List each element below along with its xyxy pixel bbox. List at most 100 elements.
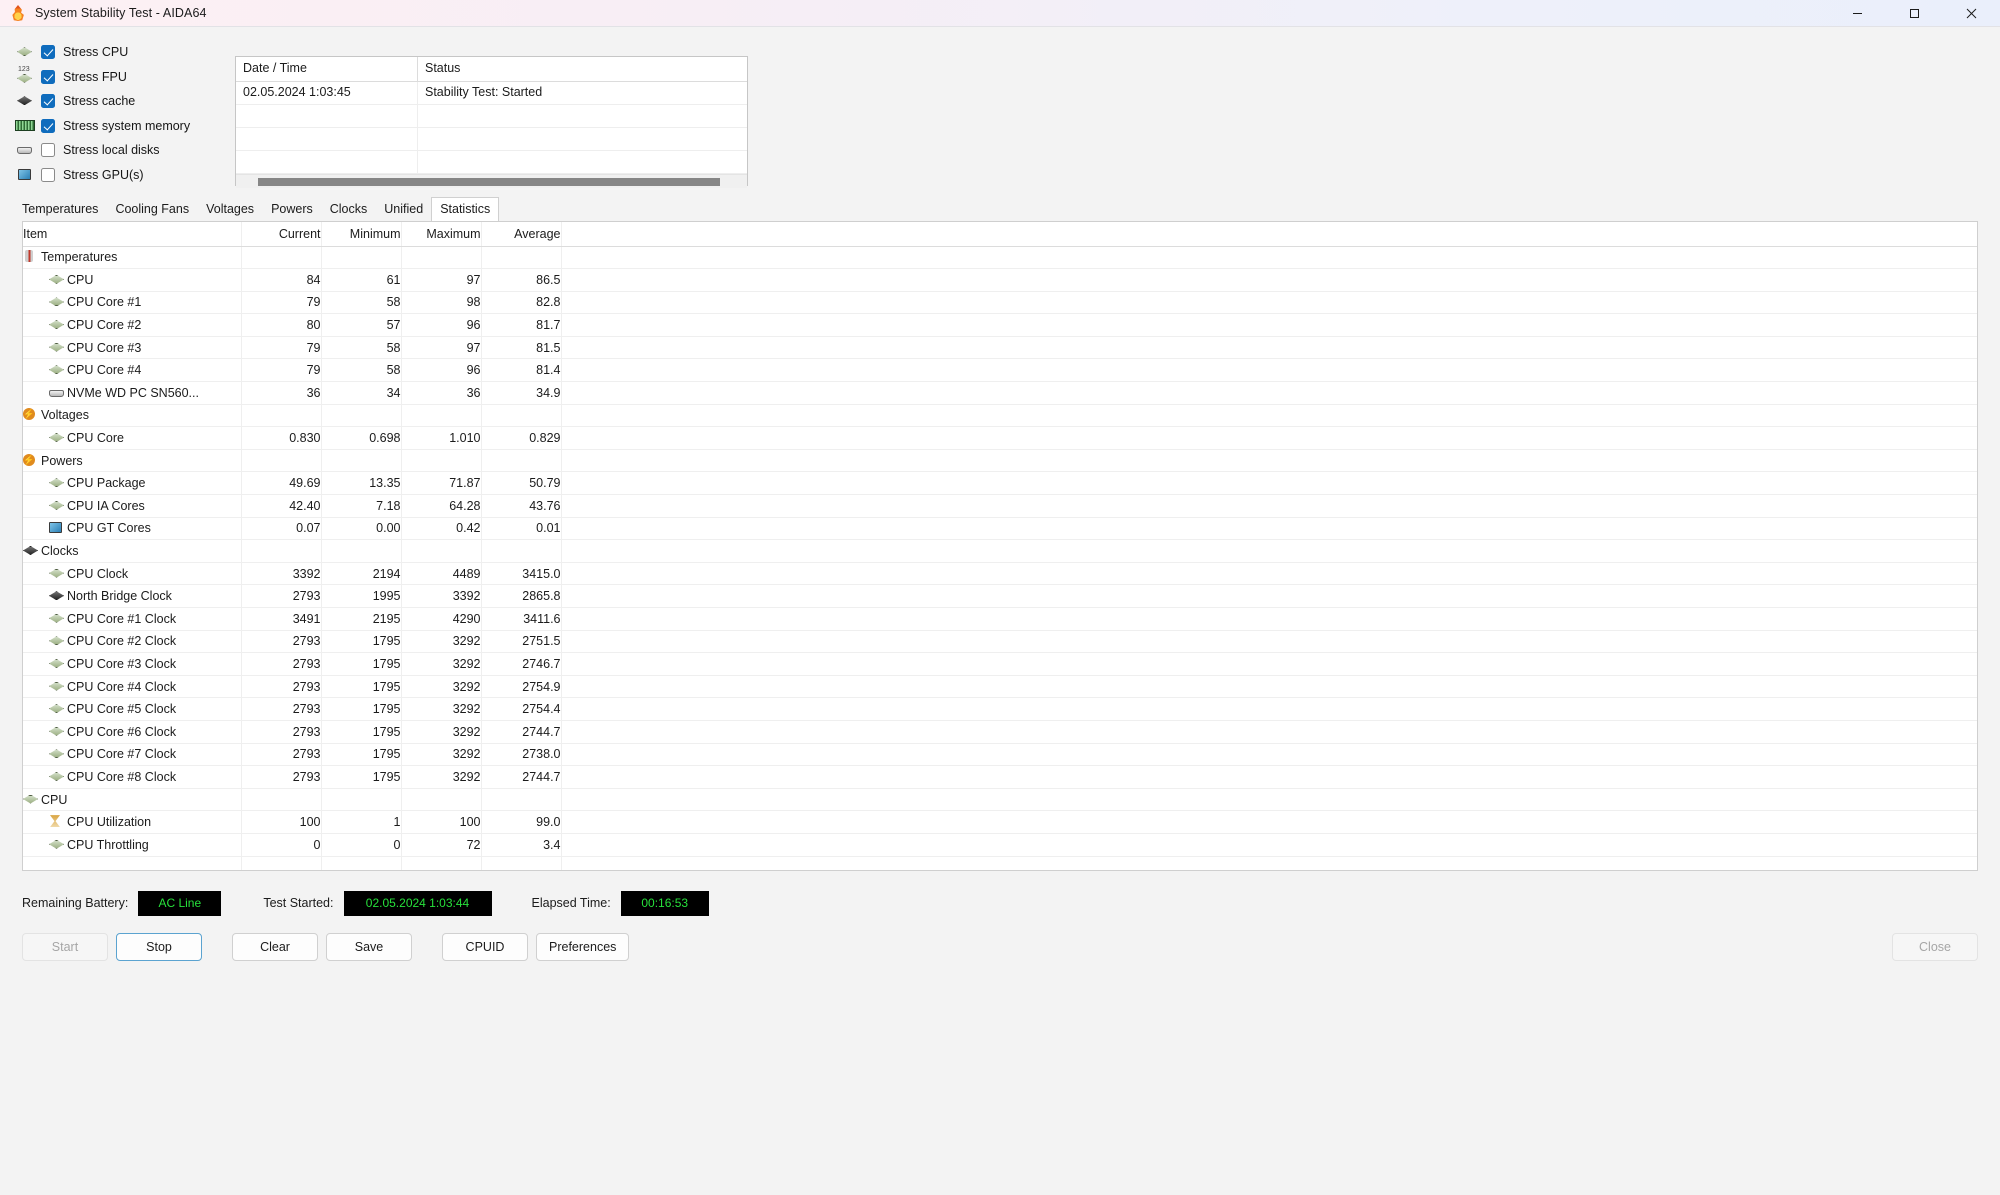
statistics-table-body: Temperatures CPU 84 61 97 86.5 CPU Core #1 79 58… — [23, 246, 1977, 870]
cpuid-button[interactable]: CPUID — [442, 933, 528, 961]
stress-disks-checkbox[interactable] — [41, 143, 55, 158]
log-scrollbar-thumb[interactable] — [258, 177, 720, 186]
stress-gpu-checkbox[interactable] — [41, 167, 55, 182]
row-spacer-cell — [561, 246, 1977, 270]
table-row[interactable]: ⚡ Voltages — [23, 404, 1977, 428]
table-row[interactable]: CPU Core #4 Clock 2793 1795 3292 2754.9 — [23, 675, 1977, 699]
table-row[interactable]: CPU GT Cores 0.07 0.00 0.42 0.01 — [23, 517, 1977, 541]
row-spacer-cell — [561, 336, 1977, 360]
chip-icon — [49, 658, 64, 669]
table-row[interactable]: North Bridge Clock 2793 1995 3392 2865.8 — [23, 584, 1977, 608]
row-minimum-cell — [321, 246, 402, 270]
row-item-cell: ⚡ Powers — [23, 449, 242, 473]
close-icon[interactable] — [1943, 0, 2000, 27]
log-row[interactable]: 02.05.2024 1:03:45 Stability Test: Start… — [236, 82, 747, 105]
row-item-cell: CPU Core #4 — [23, 358, 242, 383]
flame-icon — [9, 4, 27, 22]
save-button[interactable]: Save — [326, 933, 412, 961]
row-current-cell: 100 — [241, 810, 322, 834]
stress-cache-checkbox[interactable] — [41, 94, 55, 109]
stress-option-memory[interactable]: Stress system memory — [14, 114, 230, 139]
row-minimum-cell: 1795 — [321, 652, 402, 676]
table-row[interactable]: CPU Core #3 79 58 97 81.5 — [23, 336, 1977, 360]
table-row[interactable]: NVMe WD PC SN560... 36 34 36 34.9 — [23, 381, 1977, 405]
row-item-label: CPU Utilization — [67, 815, 152, 830]
close-button[interactable]: Close — [1892, 933, 1978, 961]
row-maximum-cell: 64.28 — [401, 494, 482, 518]
table-row[interactable]: Temperatures — [23, 246, 1977, 270]
row-item-label: CPU GT Cores — [67, 521, 151, 536]
row-maximum-cell — [401, 788, 482, 812]
table-row[interactable]: CPU Core #7 Clock 2793 1795 3292 2738.0 — [23, 743, 1977, 767]
stress-cpu-checkbox[interactable] — [41, 45, 55, 60]
log-horizontal-scrollbar[interactable] — [236, 174, 747, 188]
row-item-label: NVMe WD PC SN560... — [67, 385, 199, 400]
disk-icon — [14, 142, 36, 158]
table-row[interactable]: CPU 84 61 97 86.5 — [23, 268, 1977, 292]
tab-temperatures[interactable]: Temperatures — [13, 197, 108, 221]
row-maximum-cell: 3292 — [401, 720, 482, 744]
log-header-status: Status — [425, 61, 461, 75]
table-row[interactable]: CPU Core #4 79 58 96 81.4 — [23, 358, 1977, 383]
chip-icon — [49, 296, 64, 307]
table-row[interactable]: CPU Clock 3392 2194 4489 3415.0 — [23, 562, 1977, 586]
table-row[interactable]: CPU Core 0.830 0.698 1.010 0.829 — [23, 426, 1977, 450]
stress-disks-label: Stress local disks — [63, 143, 160, 158]
chip-icon — [49, 319, 64, 330]
window-controls — [1829, 0, 2000, 26]
column-header-item[interactable]: Item — [23, 222, 242, 247]
tab-clocks[interactable]: Clocks — [320, 197, 377, 221]
row-spacer-cell — [561, 471, 1977, 496]
stress-option-cpu[interactable]: Stress CPU — [14, 40, 230, 65]
row-current-cell — [241, 404, 322, 428]
table-row[interactable]: CPU Core #8 Clock 2793 1795 3292 2744.7 — [23, 765, 1977, 789]
cache-chip-icon — [14, 93, 36, 109]
row-spacer-cell — [561, 652, 1977, 676]
table-row[interactable]: CPU IA Cores 42.40 7.18 64.28 43.76 — [23, 494, 1977, 518]
column-header-average[interactable]: Average — [481, 222, 562, 247]
statistics-table-panel: Item Current Minimum Maximum Average Tem… — [22, 221, 1978, 871]
table-row[interactable]: ⚡ Powers — [23, 449, 1977, 473]
table-row[interactable]: CPU Utilization 100 1 100 99.0 — [23, 810, 1977, 834]
table-header-row: Item Current Minimum Maximum Average — [23, 222, 1977, 247]
stress-option-gpu[interactable]: Stress GPU(s) — [14, 163, 230, 188]
row-item-cell: CPU Core #5 Clock — [23, 697, 242, 721]
stress-memory-checkbox[interactable] — [41, 118, 55, 133]
table-row[interactable]: CPU Core #2 80 57 96 81.7 — [23, 313, 1977, 337]
table-row[interactable]: CPU Core #6 Clock 2793 1795 3292 2744.7 — [23, 720, 1977, 744]
tab-voltages[interactable]: Voltages — [197, 197, 264, 221]
clear-button[interactable]: Clear — [232, 933, 318, 961]
table-row[interactable]: CPU Core #2 Clock 2793 1795 3292 2751.5 — [23, 630, 1977, 654]
tab-unified[interactable]: Unified — [375, 197, 433, 221]
row-item-cell: CPU — [23, 788, 242, 812]
stress-option-disks[interactable]: Stress local disks — [14, 138, 230, 163]
maximize-icon[interactable] — [1886, 0, 1943, 27]
tab-statistics[interactable]: Statistics — [431, 197, 500, 221]
stress-fpu-checkbox[interactable] — [41, 69, 55, 84]
preferences-button[interactable]: Preferences — [536, 933, 630, 961]
stop-button[interactable]: Stop — [116, 933, 202, 961]
table-row[interactable]: CPU Core #3 Clock 2793 1795 3292 2746.7 — [23, 652, 1977, 676]
start-button[interactable]: Start — [22, 933, 108, 961]
table-row[interactable]: CPU Throttling 0 0 72 3.4 — [23, 833, 1977, 857]
row-current-cell: 2793 — [241, 697, 322, 721]
stress-option-fpu[interactable]: 123 Stress FPU — [14, 65, 230, 90]
table-row[interactable]: CPU Core #5 Clock 2793 1795 3292 2754.4 — [23, 697, 1977, 721]
column-header-maximum[interactable]: Maximum — [401, 222, 482, 247]
tab-powers[interactable]: Powers — [262, 197, 322, 221]
table-row[interactable]: CPU Core #1 Clock 3491 2195 4290 3411.6 — [23, 607, 1977, 631]
table-row[interactable]: Clocks — [23, 539, 1977, 563]
tab-cooling-fans[interactable]: Cooling Fans — [106, 197, 199, 221]
row-average-cell: 3.4 — [481, 833, 562, 857]
minimize-icon[interactable] — [1829, 0, 1886, 27]
table-row[interactable]: CPU Package 49.69 13.35 71.87 50.79 — [23, 471, 1977, 496]
row-spacer-cell — [561, 765, 1977, 789]
row-item-cell: CPU Core #2 — [23, 313, 242, 337]
column-header-minimum[interactable]: Minimum — [321, 222, 402, 247]
column-header-current[interactable]: Current — [241, 222, 322, 247]
row-spacer-cell — [561, 833, 1977, 857]
row-minimum-cell: 1795 — [321, 720, 402, 744]
table-row[interactable]: CPU — [23, 788, 1977, 812]
stress-option-cache[interactable]: Stress cache — [14, 89, 230, 114]
table-row[interactable]: CPU Core #1 79 58 98 82.8 — [23, 291, 1977, 315]
